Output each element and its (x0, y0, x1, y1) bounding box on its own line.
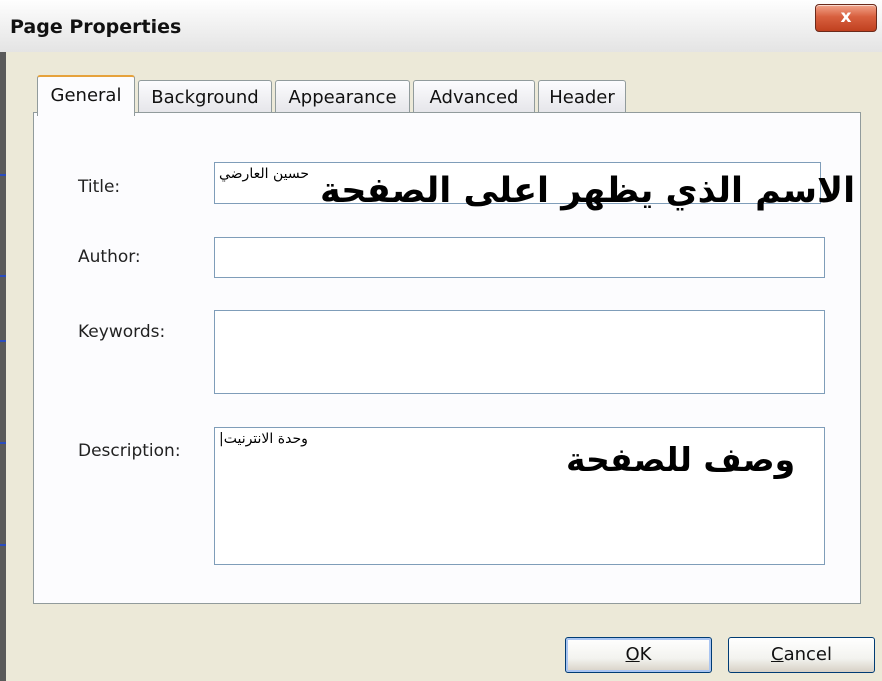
keywords-field[interactable] (214, 310, 825, 394)
tab-advanced[interactable]: Advanced (413, 80, 535, 112)
ok-button[interactable]: OK (565, 637, 712, 673)
window-title: Page Properties (10, 16, 182, 38)
tab-background[interactable]: Background (138, 80, 272, 112)
cancel-mnemonic: C (771, 644, 784, 665)
tab-appearance[interactable]: Appearance (275, 80, 410, 112)
description-field-value: وحدة الانترنيت| (219, 431, 308, 447)
ok-label-rest: K (639, 644, 652, 665)
title-annotation: الاسم الذي يظهر اعلى الصفحة (320, 171, 856, 211)
description-annotation: وصف للصفحة (566, 440, 796, 479)
title-field-value: حسين العارضي (219, 166, 309, 182)
tab-header[interactable]: Header (538, 80, 626, 112)
keywords-label: Keywords: (78, 322, 166, 342)
description-label: Description: (78, 441, 181, 461)
cancel-label-rest: ancel (783, 644, 832, 665)
author-label: Author: (78, 247, 141, 267)
close-button[interactable]: x (815, 4, 877, 32)
title-bar: Page Properties x (0, 0, 882, 53)
title-label: Title: (78, 177, 121, 197)
tab-general[interactable]: General (37, 75, 135, 116)
cancel-button[interactable]: Cancel (728, 637, 875, 673)
close-icon[interactable]: x (816, 5, 876, 31)
author-field[interactable] (214, 237, 825, 278)
ok-mnemonic: O (625, 644, 640, 665)
